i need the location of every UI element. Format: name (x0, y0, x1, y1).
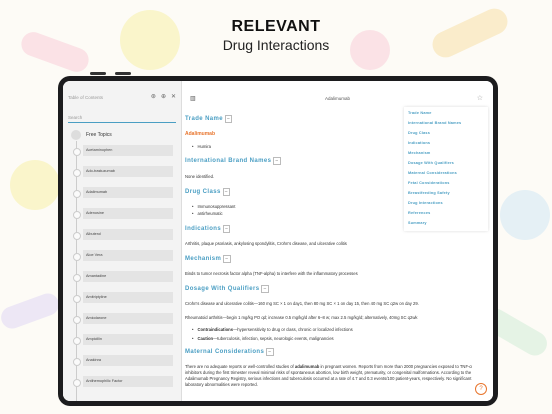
collapse-icon[interactable]: − (261, 285, 269, 293)
list-item[interactable]: Amitriptyline (71, 292, 173, 303)
toc-link[interactable]: International Brand Names (408, 121, 461, 125)
list-item-label: Ampicillin (83, 334, 173, 345)
list-item[interactable]: Acetaminophen (71, 145, 173, 156)
list-item-label: Amiodarone (83, 313, 173, 324)
toc-link[interactable]: Drug Interactions (408, 201, 443, 205)
dosage-text: Rheumatoid arthritis—begin 1 mg/kg PO qd… (185, 315, 418, 320)
toc-link[interactable]: Breastfeeding Safety (408, 191, 450, 195)
toc-link[interactable]: Summary (408, 221, 427, 225)
list-item[interactable]: Anakinra (71, 355, 173, 366)
promo-headline: RELEVANT (231, 18, 321, 35)
toc-link[interactable]: Maternal Considerations (408, 171, 457, 175)
toc-link[interactable]: Trade Name (408, 111, 432, 115)
collapse-icon[interactable]: − (222, 188, 231, 196)
top-bar: ▥ Adalimumab ☆ (182, 91, 493, 105)
list-item[interactable]: Ampicillin (71, 334, 173, 345)
drug-class-item: Immunosuppressant (192, 204, 235, 210)
section-heading: Indications − (185, 225, 231, 233)
list-item-label: Adenosine (83, 208, 173, 219)
topic-icon (71, 130, 81, 140)
maternal-text: There are no adequate reports or well-co… (185, 364, 472, 387)
section-heading: International Brand Names − (185, 157, 281, 165)
indications-text: Arthritis, plaque psoriasis, ankylosing … (185, 241, 347, 246)
topic-header[interactable]: Free Topics (71, 130, 112, 140)
section-heading: Trade Name − (185, 115, 233, 123)
search-input[interactable]: Search (68, 113, 176, 123)
dosage-text: Crohn's disease and ulcerative colitis—1… (185, 301, 419, 306)
list-item-label: Anakinra (83, 355, 173, 366)
promo-subheadline: Drug Interactions (222, 37, 330, 53)
star-icon[interactable]: ☆ (477, 94, 483, 102)
device-button (115, 72, 131, 75)
list-item[interactable]: Ado-trastuzumab (71, 166, 173, 177)
list-item[interactable]: Antihemophilic Factor (71, 376, 173, 387)
list-item[interactable]: Amantadine (71, 271, 173, 282)
list-item[interactable]: Albuterol (71, 229, 173, 240)
mechanism-text: Binds to tumor necrosis factor alpha (TN… (185, 271, 358, 276)
trade-name-value: Adalimumab (185, 131, 216, 137)
collapse-icon[interactable]: − (223, 255, 231, 263)
app-screen: 9:07 AM Thu Jun 13 100% Table of Content… (63, 81, 493, 401)
list-item-label: Antihemophilic Factor (83, 376, 173, 387)
list-item-label: Amantadine (83, 271, 173, 282)
list-item-label: Amitriptyline (83, 292, 173, 303)
bookmark-icon[interactable]: ⊕ (161, 93, 166, 100)
section-heading: Drug Class − (185, 188, 231, 196)
collapse-icon[interactable]: − (225, 115, 233, 123)
intl-value: None identified. (185, 174, 215, 179)
list-item-label: Ado-trastuzumab (83, 166, 173, 177)
list-item-label: Acetaminophen (83, 145, 173, 156)
toc-link[interactable]: Indications (408, 141, 430, 145)
list-item[interactable]: Adenosine (71, 208, 173, 219)
caution-item: Caution—tuberculosis, infection, sepsis,… (192, 336, 482, 342)
settings-icon[interactable]: ⊛ (151, 93, 156, 100)
topic-label: Free Topics (86, 132, 112, 138)
collapse-icon[interactable]: − (266, 348, 274, 356)
collapse-icon[interactable]: − (223, 225, 231, 233)
list-item-label: Adalimumab (83, 187, 173, 198)
section-heading: Mechanism − (185, 255, 231, 263)
toc-link[interactable]: Mechanism (408, 151, 430, 155)
list-item[interactable]: Aloe Vera (71, 250, 173, 261)
toc-link[interactable]: Drug Class (408, 131, 430, 135)
section-heading: Maternal Considerations − (185, 348, 274, 356)
main-content: ▥ Adalimumab ☆ Trade Name− Adalimumab Hu… (182, 81, 493, 401)
toc-link[interactable]: References (408, 211, 430, 215)
close-icon[interactable]: ✕ (171, 93, 176, 100)
device-button (90, 72, 106, 75)
drug-class-item: antirheumatic (192, 211, 222, 217)
sidebar-title: Table of Contents (68, 95, 104, 100)
toc-link[interactable]: Fetal Considerations (408, 181, 450, 185)
sidebar: Table of Contents ⊛ ⊕ ✕ Search Free Topi… (63, 81, 182, 401)
collapse-icon[interactable]: − (273, 157, 281, 165)
section-heading: Dosage With Qualifiers − (185, 285, 269, 293)
list-item[interactable]: Amiodarone (71, 313, 173, 324)
page-title: Adalimumab (324, 96, 350, 101)
list-item-label: Aloe Vera (83, 250, 173, 261)
list-item[interactable]: Adalimumab (71, 187, 173, 198)
list-item-label: Albuterol (83, 229, 173, 240)
table-of-contents-popover: Trade Name International Brand Names Dru… (404, 107, 488, 231)
help-icon[interactable]: ? (475, 383, 487, 395)
toc-link[interactable]: Dosage With Qualifiers (408, 161, 454, 165)
trade-name-item: Humira (192, 144, 211, 150)
contraindications-item: Contraindications—hypersensitivity to dr… (192, 327, 482, 333)
